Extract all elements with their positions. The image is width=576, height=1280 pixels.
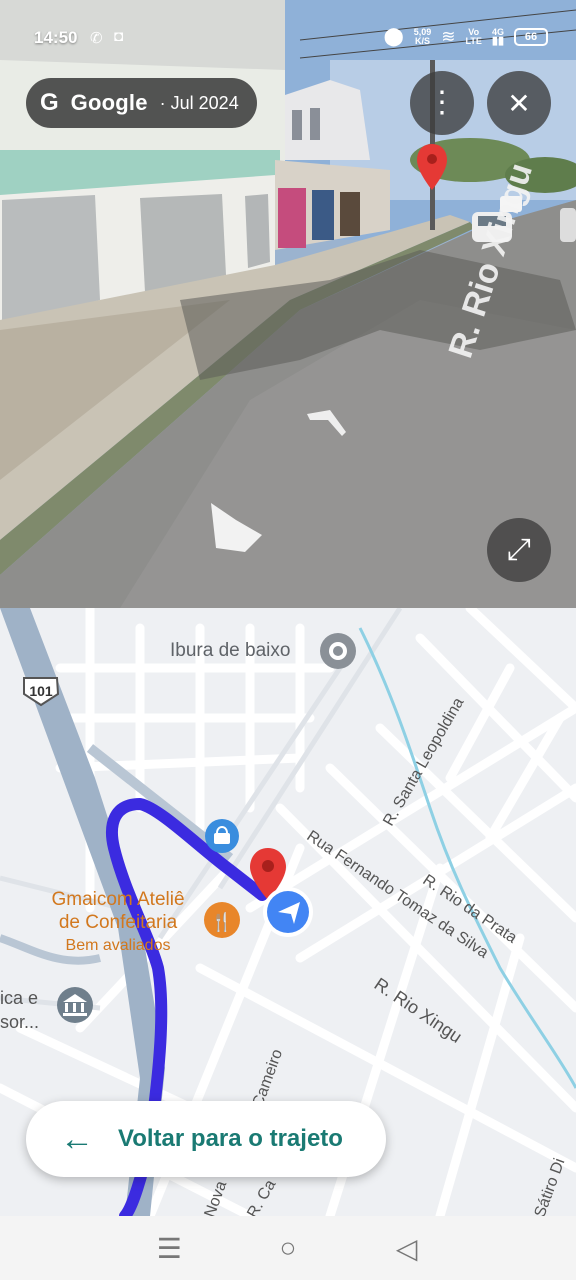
screen: R. Rio Xingu 14:50 ✆ ◘ ⬤ 5,09 K/S ≋ Vo L… bbox=[0, 0, 576, 1280]
bag-icon: ◘ bbox=[114, 28, 124, 45]
close-icon: ✕ bbox=[507, 87, 531, 119]
neighborhood-label: Ibura de baixo bbox=[170, 640, 291, 661]
museum-icon[interactable] bbox=[57, 987, 93, 1023]
street-view-panel[interactable]: R. Rio Xingu 14:50 ✆ ◘ ⬤ 5,09 K/S ≋ Vo L… bbox=[0, 0, 576, 608]
google-brand: Google bbox=[70, 90, 148, 115]
highway-number: 101 bbox=[29, 683, 53, 699]
google-attribution-pill: G Google · Jul 2024 bbox=[26, 78, 257, 128]
more-options-button[interactable]: ⋮ bbox=[410, 71, 474, 135]
close-button[interactable]: ✕ bbox=[487, 71, 551, 135]
system-nav-bar: ☰ ○ ◁ bbox=[0, 1216, 576, 1280]
signal-icon: 4G ▮▮ bbox=[491, 26, 504, 47]
arrow-left-icon: ← bbox=[60, 1120, 94, 1158]
neighborhood-marker-icon[interactable] bbox=[320, 633, 356, 669]
back-icon[interactable]: ◁ bbox=[387, 1232, 427, 1265]
restaurant-icon[interactable]: 🍴 bbox=[204, 902, 240, 938]
back-to-route-button[interactable]: ← Voltar para o trajeto bbox=[26, 1101, 386, 1177]
expand-icon: ⤢ bbox=[507, 533, 531, 566]
status-right: ⬤ 5,09 K/S ≋ Vo LTE 4G ▮▮ 66 bbox=[384, 26, 548, 47]
poi-confeitaria[interactable]: Gmaicom Ateliê de Confeitaria Bem avalia… bbox=[28, 888, 208, 957]
home-icon[interactable]: ○ bbox=[268, 1232, 308, 1264]
status-bar: 14:50 ✆ ◘ ⬤ 5,09 K/S ≋ Vo LTE 4G ▮▮ 66 bbox=[0, 20, 576, 56]
status-time: 14:50 bbox=[34, 28, 78, 47]
location-icon: ⬤ bbox=[383, 26, 404, 46]
more-vert-icon: ⋮ bbox=[427, 86, 457, 119]
google-g-icon: G bbox=[40, 89, 59, 116]
wifi-icon: ≋ bbox=[441, 26, 456, 46]
expand-button[interactable]: ⤢ bbox=[487, 518, 551, 582]
poi-name-line2: de Confeitaria bbox=[58, 912, 178, 933]
battery-icon: 66 bbox=[514, 27, 548, 46]
net-speed: 5,09 K/S bbox=[413, 26, 432, 46]
svg-text:🍴: 🍴 bbox=[211, 911, 233, 933]
shopping-bag-icon[interactable] bbox=[205, 819, 239, 853]
capture-date: · Jul 2024 bbox=[159, 92, 239, 113]
partial-place-label: ica e sor... bbox=[0, 988, 40, 1032]
poi-subtitle: Bem avaliados bbox=[65, 937, 171, 954]
volte-label: Vo LTE bbox=[465, 26, 482, 46]
current-location-icon[interactable] bbox=[263, 887, 313, 937]
back-to-route-label: Voltar para o trajeto bbox=[118, 1125, 343, 1152]
recent-apps-icon[interactable]: ☰ bbox=[149, 1232, 189, 1265]
whatsapp-icon: ✆ bbox=[90, 30, 103, 47]
poi-name-line1: Gmaicom Ateliê bbox=[51, 889, 185, 910]
